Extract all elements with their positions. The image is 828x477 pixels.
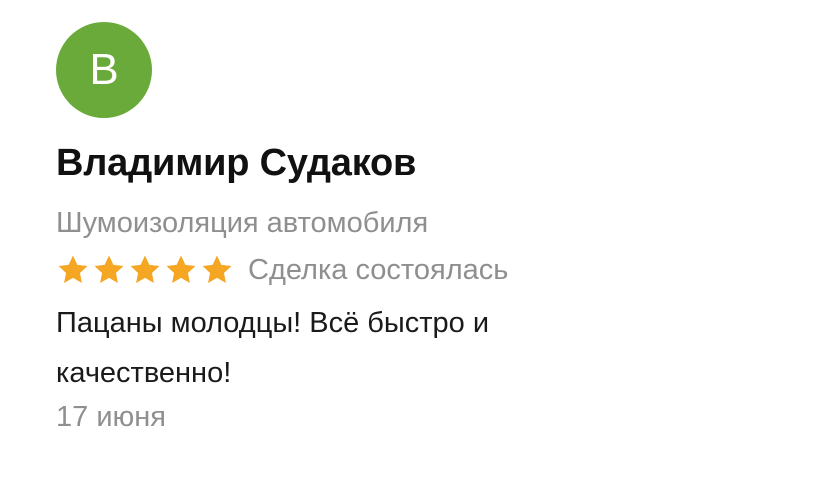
star-icon	[130, 255, 160, 284]
star-icon	[166, 255, 196, 284]
service-name: Шумоизоляция автомобиля	[56, 207, 429, 239]
avatar-letter: В	[89, 45, 119, 94]
rating-row: Сделка состоялась	[56, 250, 796, 290]
star-icon	[94, 255, 124, 284]
review-card: В Владимир Судаков Шумоизоляция автомоби…	[56, 22, 796, 436]
star-icon	[58, 255, 88, 284]
star-icon	[202, 255, 232, 284]
deal-status: Сделка состоялась	[248, 254, 509, 286]
review-text: Пацаны молодцы! Всё быстро и качественно…	[56, 307, 490, 389]
review-date: 17 июня	[56, 401, 166, 433]
star-rating	[56, 253, 234, 287]
author-name[interactable]: Владимир Судаков	[56, 140, 796, 186]
avatar[interactable]: В	[56, 22, 152, 118]
